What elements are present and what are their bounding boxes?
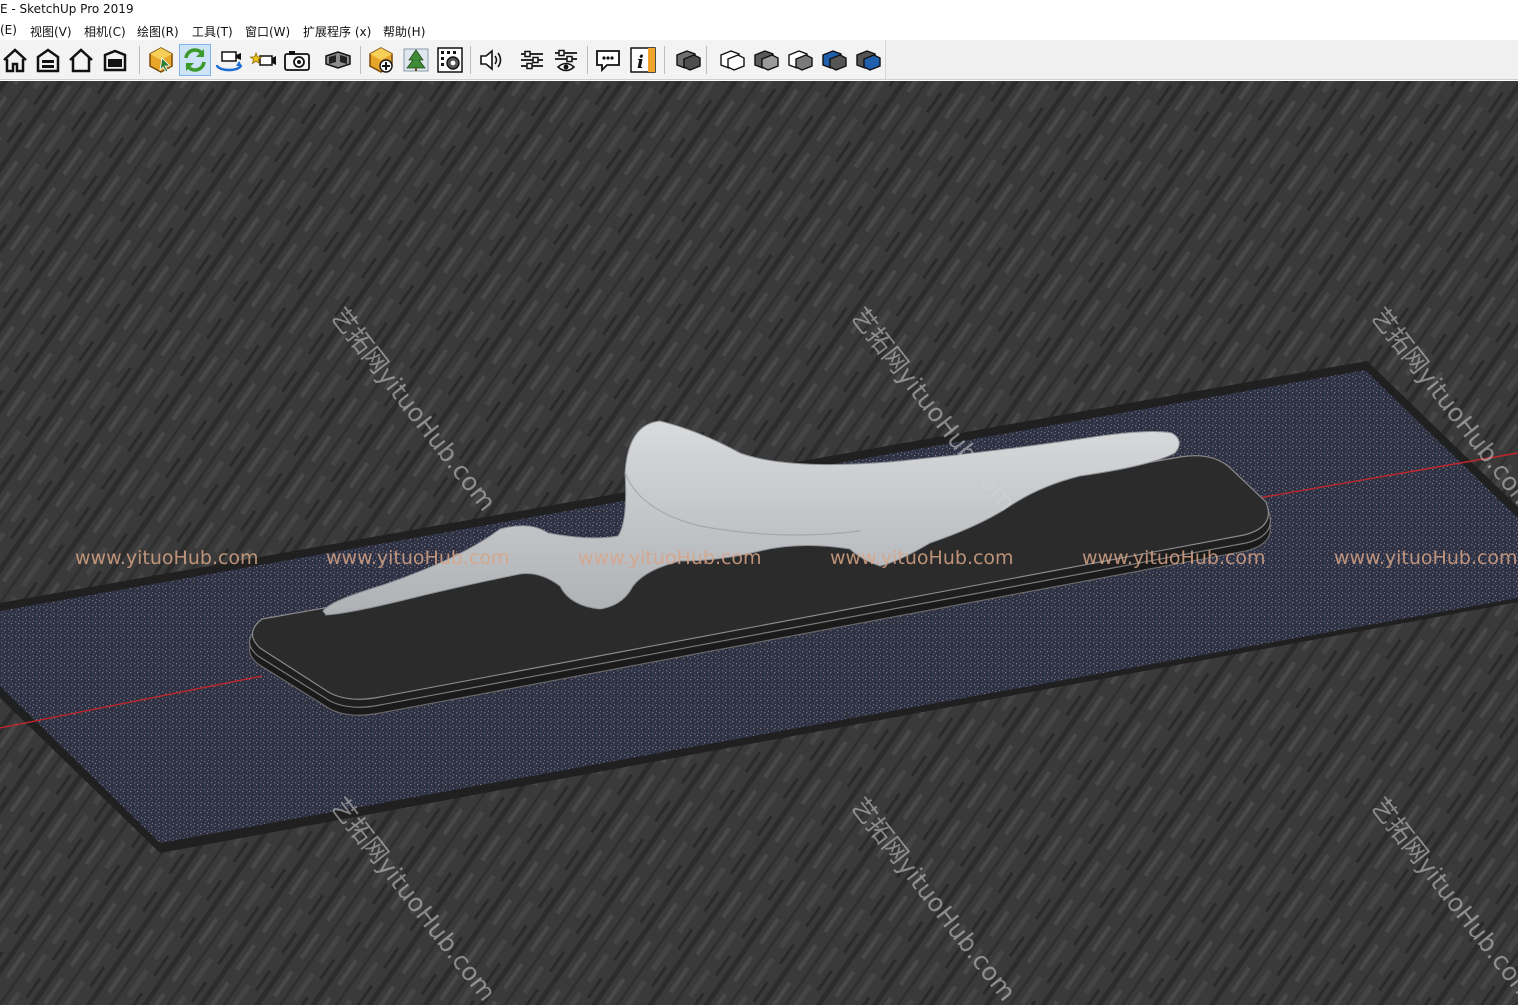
watermark-text: www.yituoHub.com	[1082, 547, 1266, 569]
message-icon[interactable]	[593, 45, 623, 75]
solid-tools-icon[interactable]	[672, 45, 702, 75]
add-location-icon[interactable]	[366, 45, 396, 75]
intersect-icon[interactable]	[750, 45, 780, 75]
model-viewport[interactable]: www.yituoHub.com www.yituoHub.com www.yi…	[0, 81, 1518, 1005]
toolbar-separator	[139, 46, 140, 74]
orbit-camera-icon[interactable]	[214, 45, 244, 75]
subtract-icon[interactable]	[818, 45, 848, 75]
toolbar-separator	[587, 46, 588, 74]
house-outline-icon[interactable]	[66, 45, 96, 75]
photo-camera-icon[interactable]	[282, 45, 312, 75]
trim-icon[interactable]	[852, 45, 882, 75]
toolbar-separator	[360, 46, 361, 74]
warehouse-icon[interactable]	[33, 45, 63, 75]
component-box-icon[interactable]	[100, 45, 130, 75]
menu-draw[interactable]: 绘图(R)	[137, 23, 179, 40]
union-icon[interactable]	[784, 45, 814, 75]
watermark-text: www.yituoHub.com	[326, 547, 510, 569]
sliders-icon[interactable]	[517, 45, 547, 75]
info-icon[interactable]: i	[628, 45, 658, 75]
watermark-text: www.yituoHub.com	[1334, 547, 1518, 569]
toolbar-separator	[706, 46, 707, 74]
scene-canvas[interactable]	[0, 81, 1518, 1005]
menu-extensions[interactable]: 扩展程序 (x)	[303, 23, 371, 40]
vr-headset-icon[interactable]	[323, 45, 353, 75]
camera-star-icon[interactable]	[248, 45, 278, 75]
menu-view[interactable]: 视图(V)	[30, 23, 72, 40]
watermark-text: www.yituoHub.com	[578, 547, 762, 569]
window-titlebar: E - SketchUp Pro 2019	[0, 0, 1518, 19]
menu-edit[interactable]: (E)	[0, 23, 17, 37]
toolbar-strip: i	[0, 40, 886, 79]
toolbar-separator	[664, 46, 665, 74]
home-icon[interactable]	[0, 45, 30, 75]
menu-camera[interactable]: 相机(C)	[84, 23, 126, 40]
svg-text:i: i	[637, 52, 644, 73]
watermark-text: www.yituoHub.com	[830, 547, 1014, 569]
toolbar-separator	[470, 46, 471, 74]
menu-tools[interactable]: 工具(T)	[192, 23, 233, 40]
outer-shell-icon[interactable]	[716, 45, 746, 75]
geolocation-icon[interactable]	[146, 45, 176, 75]
refresh-icon[interactable]	[179, 44, 211, 76]
sliders-eye-icon[interactable]	[551, 45, 581, 75]
menu-bar: (E) 视图(V) 相机(C) 绘图(R) 工具(T) 窗口(W) 扩展程序 (…	[0, 19, 1518, 40]
menu-window[interactable]: 窗口(W)	[245, 23, 290, 40]
speaker-icon[interactable]	[476, 45, 506, 75]
toolbar: i	[0, 40, 1518, 80]
window-title: E - SketchUp Pro 2019	[0, 2, 134, 16]
watermark-text: www.yituoHub.com	[75, 547, 259, 569]
tree-icon[interactable]	[401, 45, 431, 75]
settings-grid-icon[interactable]	[435, 45, 465, 75]
menu-help[interactable]: 帮助(H)	[383, 23, 425, 40]
